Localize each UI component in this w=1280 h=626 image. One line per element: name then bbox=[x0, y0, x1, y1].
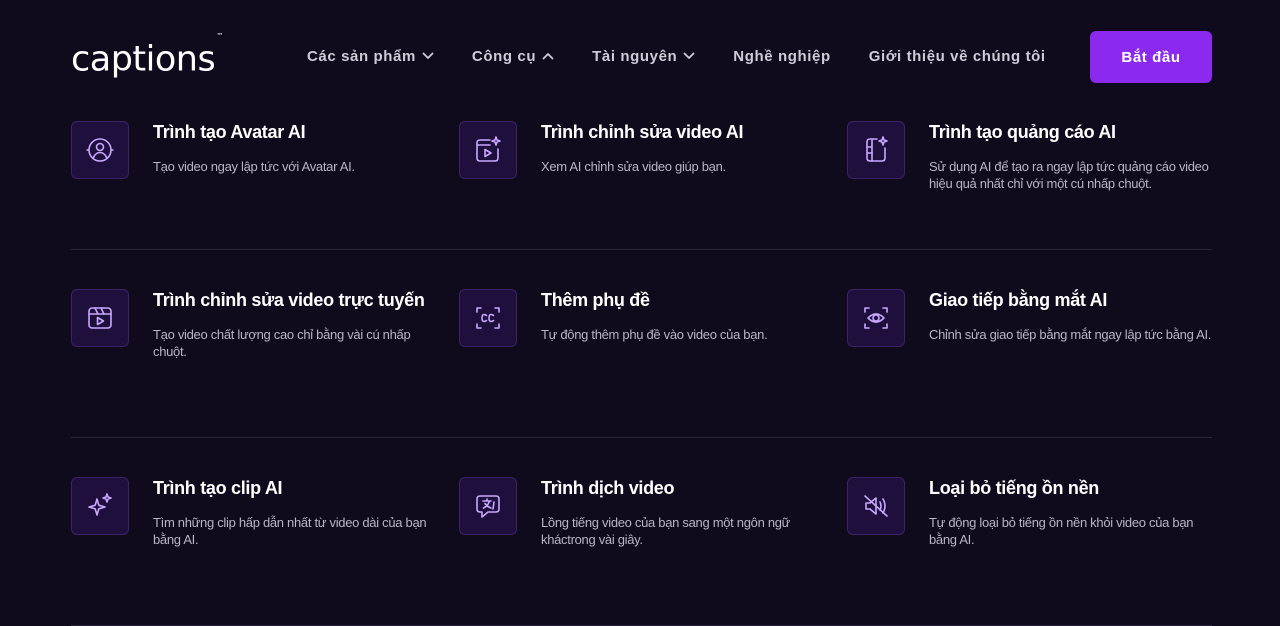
tools-row: Trình chỉnh sửa video trực tuyến Tạo vid… bbox=[71, 288, 1212, 438]
nav-products[interactable]: Các sản phẩm bbox=[307, 48, 434, 65]
nav-tools[interactable]: Công cụ bbox=[472, 48, 554, 65]
tool-title: Trình chỉnh sửa video AI bbox=[541, 122, 744, 142]
tool-title: Trình tạo quảng cáo AI bbox=[929, 122, 1116, 142]
nav-careers-label: Nghề nghiệp bbox=[733, 47, 831, 65]
tool-title: Trình tạo clip AI bbox=[153, 478, 283, 498]
nav-about[interactable]: Giới thiệu về chúng tôi bbox=[869, 48, 1046, 65]
site-header: captions™ Các sản phẩm Công cụ Tài nguyê… bbox=[0, 0, 1280, 112]
chevron-down-icon bbox=[422, 52, 434, 60]
video-player-icon bbox=[71, 289, 129, 347]
captions-cc-icon bbox=[459, 289, 517, 347]
tool-description: Tạo video ngay lập tức với Avatar AI. bbox=[153, 159, 355, 174]
tool-title: Giao tiếp bằng mắt AI bbox=[929, 290, 1108, 310]
sparkles-icon bbox=[71, 477, 129, 535]
tool-description: Chỉnh sửa giao tiếp bằng mắt ngay lập tứ… bbox=[929, 327, 1212, 342]
ad-sparkle-icon bbox=[847, 121, 905, 179]
tool-description: Sử dụng AI để tạo ra ngay lập tức quảng … bbox=[929, 159, 1209, 191]
logo-trademark: ™ bbox=[216, 32, 223, 40]
tool-description: Tìm những clip hấp dẫn nhất từ video dài… bbox=[153, 515, 427, 547]
logo-text: captions bbox=[71, 39, 216, 80]
chevron-up-icon bbox=[542, 52, 554, 60]
nav-about-label: Giới thiệu về chúng tôi bbox=[868, 47, 1046, 65]
nav-resources[interactable]: Tài nguyên bbox=[592, 48, 695, 65]
tools-menu: Trình tạo Avatar AI Tạo video ngay lập t… bbox=[71, 120, 1212, 626]
eye-contact-icon bbox=[847, 289, 905, 347]
tool-description: Tự động thêm phụ đề vào video của bạn. bbox=[541, 327, 768, 342]
tool-description: Tạo video chất lượng cao chỉ bằng vài cú… bbox=[153, 327, 411, 359]
tool-title: Trình chỉnh sửa video trực tuyến bbox=[153, 290, 425, 310]
tool-description: Lồng tiếng video của bạn sang một ngôn n… bbox=[541, 515, 791, 547]
nav-products-label: Các sản phẩm bbox=[307, 47, 416, 65]
get-started-button[interactable]: Bắt đầu bbox=[1090, 31, 1212, 83]
noise-mute-icon bbox=[847, 477, 905, 535]
tool-description: Xem AI chỉnh sửa video giúp bạn. bbox=[541, 159, 726, 174]
tool-title: Loại bỏ tiếng ồn nền bbox=[929, 478, 1099, 498]
tools-row: Trình tạo Avatar AI Tạo video ngay lập t… bbox=[71, 120, 1212, 250]
tool-description: Tự động loại bỏ tiếng ồn nền khỏi video … bbox=[929, 515, 1194, 547]
translate-chat-icon bbox=[459, 477, 517, 535]
avatar-face-icon bbox=[71, 121, 129, 179]
nav-resources-label: Tài nguyên bbox=[592, 47, 678, 65]
main-nav: Các sản phẩm Công cụ Tài nguyên Nghề ngh… bbox=[307, 44, 1046, 68]
tool-title: Trình tạo Avatar AI bbox=[153, 122, 306, 142]
tool-title: Thêm phụ đề bbox=[541, 290, 650, 310]
tool-title: Trình dịch video bbox=[541, 478, 675, 498]
tools-row: Trình tạo clip AI Tìm những clip hấp dẫn… bbox=[71, 476, 1212, 626]
nav-tools-label: Công cụ bbox=[471, 47, 537, 65]
video-edit-sparkle-icon bbox=[459, 121, 517, 179]
nav-careers[interactable]: Nghề nghiệp bbox=[733, 48, 830, 65]
chevron-down-icon bbox=[683, 52, 695, 60]
captions-logo[interactable]: captions™ bbox=[71, 32, 223, 80]
